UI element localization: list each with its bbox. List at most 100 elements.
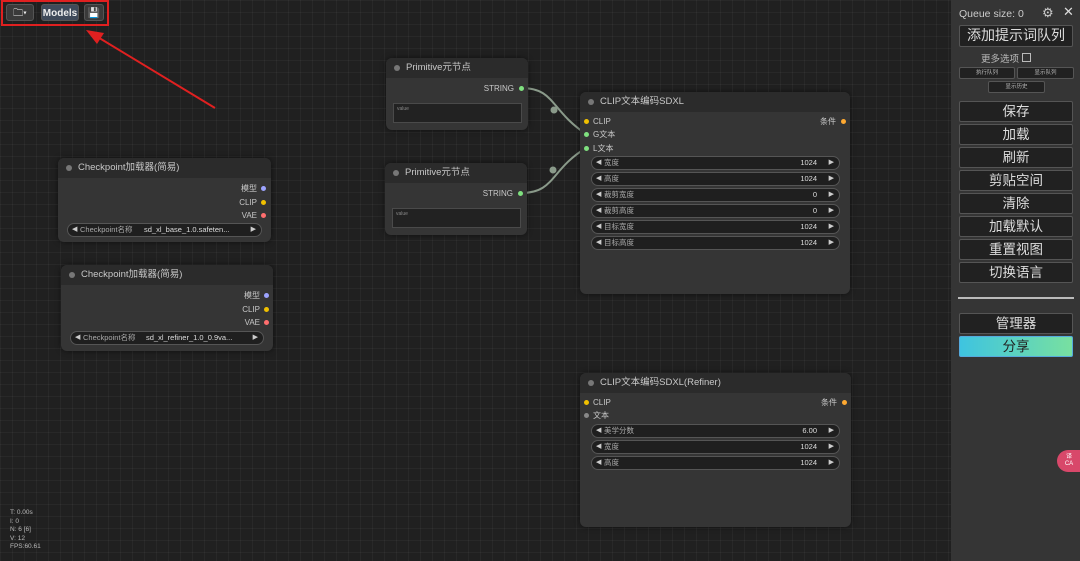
input-label-l-text: L文本 [593, 144, 614, 153]
save-icon[interactable]: 💾 [84, 4, 104, 21]
arrow-right-icon[interactable]: ▶ [829, 221, 834, 233]
more-options-toggle[interactable]: 更多选项 [981, 51, 1032, 65]
arrow-left-icon[interactable]: ◀ [596, 173, 601, 185]
arrow-right-icon[interactable]: ▶ [829, 205, 834, 217]
clear-button[interactable]: 清除 [959, 193, 1073, 214]
output-slot-conditioning[interactable] [842, 400, 847, 405]
checkpoint-name-combo[interactable]: ◀ Checkpoint名称 sd_xl_base_1.0.safeten...… [67, 223, 262, 237]
width-widget[interactable]: ◀ 宽度 1024 ▶ [591, 440, 840, 454]
node-title[interactable]: Primitive元节点 [385, 163, 527, 183]
arrow-left-icon[interactable]: ◀ [75, 332, 80, 344]
widget-label: 美学分数 [604, 426, 634, 435]
output-slot-conditioning[interactable] [841, 119, 846, 124]
height-widget[interactable]: ◀ 高度 1024 ▶ [591, 172, 840, 186]
checkpoint-loader-node-2[interactable]: Checkpoint加载器(简易) 模型 CLIP VAE ◀ Checkpoi… [61, 265, 273, 351]
reset-view-button[interactable]: 重置视图 [959, 239, 1073, 260]
arrow-left-icon[interactable]: ◀ [596, 189, 601, 201]
panel-divider [958, 297, 1074, 299]
arrow-left-icon[interactable]: ◀ [596, 157, 601, 169]
output-label-vae: VAE [241, 211, 257, 220]
widget-value: 1024 [800, 222, 817, 231]
output-slot-model[interactable] [264, 293, 269, 298]
width-widget[interactable]: ◀ 宽度 1024 ▶ [591, 156, 840, 170]
node-title[interactable]: CLIP文本编码SDXL(Refiner) [580, 373, 851, 393]
target-height-widget[interactable]: ◀ 目标高度 1024 ▶ [591, 236, 840, 250]
output-label-clip: CLIP [242, 305, 260, 314]
value-textbox[interactable]: value [393, 103, 522, 123]
output-slot-clip[interactable] [261, 200, 266, 205]
output-label-model: 模型 [241, 184, 257, 193]
node-title[interactable]: CLIP文本编码SDXL [580, 92, 850, 112]
gear-icon[interactable]: ⚙ [1042, 5, 1054, 21]
switch-language-button[interactable]: 切换语言 [959, 262, 1073, 283]
arrow-left-icon[interactable]: ◀ [596, 441, 601, 453]
crop-width-widget[interactable]: ◀ 裁剪宽度 0 ▶ [591, 188, 840, 202]
node-title[interactable]: Checkpoint加载器(简易) [61, 265, 273, 285]
translate-badge-icon[interactable]: 译 CA [1057, 450, 1080, 472]
height-widget[interactable]: ◀ 高度 1024 ▶ [591, 456, 840, 470]
queue-prompt-button[interactable]: 添加提示词队列 [959, 25, 1073, 47]
load-button[interactable]: 加载 [959, 124, 1073, 145]
folder-icon[interactable]: 🗀▾ [6, 4, 34, 21]
output-slot-model[interactable] [261, 186, 266, 191]
close-icon[interactable]: ✕ [1063, 4, 1074, 20]
arrow-left-icon[interactable]: ◀ [596, 457, 601, 469]
side-menu-panel: Queue size: 0 ⚙ ✕ 添加提示词队列 更多选项 执行队列 显示队列… [951, 0, 1080, 561]
input-slot-l-text[interactable] [584, 146, 589, 151]
models-button[interactable]: Models [41, 4, 79, 21]
arrow-right-icon[interactable]: ▶ [829, 457, 834, 469]
output-slot[interactable] [519, 86, 524, 91]
stat-iterations: I: 0 [10, 517, 20, 525]
arrow-left-icon[interactable]: ◀ [596, 237, 601, 249]
more-options-checkbox[interactable] [1022, 53, 1032, 62]
node-title[interactable]: Primitive元节点 [386, 58, 528, 78]
arrow-left-icon[interactable]: ◀ [596, 425, 601, 437]
crop-height-widget[interactable]: ◀ 裁剪高度 0 ▶ [591, 204, 840, 218]
view-history-button[interactable]: 显示历史 [988, 81, 1045, 93]
arrow-left-icon[interactable]: ◀ [596, 221, 601, 233]
arrow-right-icon[interactable]: ▶ [253, 332, 258, 344]
stat-nodes: N: 6 [6] [10, 526, 31, 533]
widget-value: 0 [812, 190, 817, 199]
primitive-node-2[interactable]: Primitive元节点 STRING value [385, 163, 527, 235]
target-width-widget[interactable]: ◀ 目标宽度 1024 ▶ [591, 220, 840, 234]
output-slot-vae[interactable] [261, 213, 266, 218]
widget-value: 1024 [800, 442, 817, 451]
value-textbox[interactable]: value [392, 208, 521, 228]
save-button[interactable]: 保存 [959, 101, 1073, 122]
input-slot-text[interactable] [584, 413, 589, 418]
load-default-button[interactable]: 加载默认 [959, 216, 1073, 237]
manager-button[interactable]: 管理器 [959, 313, 1073, 334]
arrow-left-icon[interactable]: ◀ [72, 224, 77, 236]
input-label-clip: CLIP [593, 117, 611, 126]
input-slot-g-text[interactable] [584, 132, 589, 137]
output-slot-vae[interactable] [264, 320, 269, 325]
arrow-right-icon[interactable]: ▶ [829, 425, 834, 437]
checkpoint-loader-node-1[interactable]: Checkpoint加载器(简易) 模型 CLIP VAE ◀ Checkpoi… [58, 158, 271, 242]
input-slot-clip[interactable] [584, 400, 589, 405]
arrow-right-icon[interactable]: ▶ [829, 173, 834, 185]
output-slot-clip[interactable] [264, 307, 269, 312]
view-queue-button[interactable]: 显示队列 [1017, 67, 1074, 79]
clip-text-encode-sdxl-refiner-node[interactable]: CLIP文本编码SDXL(Refiner) CLIP 文本 条件 ◀ 美学分数 … [580, 373, 851, 527]
input-slot-clip[interactable] [584, 119, 589, 124]
clipspace-button[interactable]: 剪贴空间 [959, 170, 1073, 191]
output-label: STRING [482, 189, 513, 198]
share-button[interactable]: 分享 [959, 336, 1073, 357]
arrow-right-icon[interactable]: ▶ [251, 224, 256, 236]
run-queue-button[interactable]: 执行队列 [959, 67, 1015, 79]
arrow-right-icon[interactable]: ▶ [829, 157, 834, 169]
checkpoint-name-combo[interactable]: ◀ Checkpoint名称 sd_xl_refiner_1.0_0.9va..… [70, 331, 264, 345]
widget-label: 裁剪高度 [604, 206, 634, 215]
clip-text-encode-sdxl-node[interactable]: CLIP文本编码SDXL CLIP G文本 L文本 条件 ◀ 宽度 1024 ▶… [580, 92, 850, 294]
arrow-right-icon[interactable]: ▶ [829, 237, 834, 249]
arrow-right-icon[interactable]: ▶ [829, 441, 834, 453]
primitive-node-1[interactable]: Primitive元节点 STRING value [386, 58, 528, 130]
output-slot[interactable] [518, 191, 523, 196]
aesthetic-score-widget[interactable]: ◀ 美学分数 6.00 ▶ [591, 424, 840, 438]
arrow-right-icon[interactable]: ▶ [829, 189, 834, 201]
refresh-button[interactable]: 刷新 [959, 147, 1073, 168]
arrow-left-icon[interactable]: ◀ [596, 205, 601, 217]
node-title[interactable]: Checkpoint加载器(简易) [58, 158, 271, 178]
output-label-clip: CLIP [239, 198, 257, 207]
